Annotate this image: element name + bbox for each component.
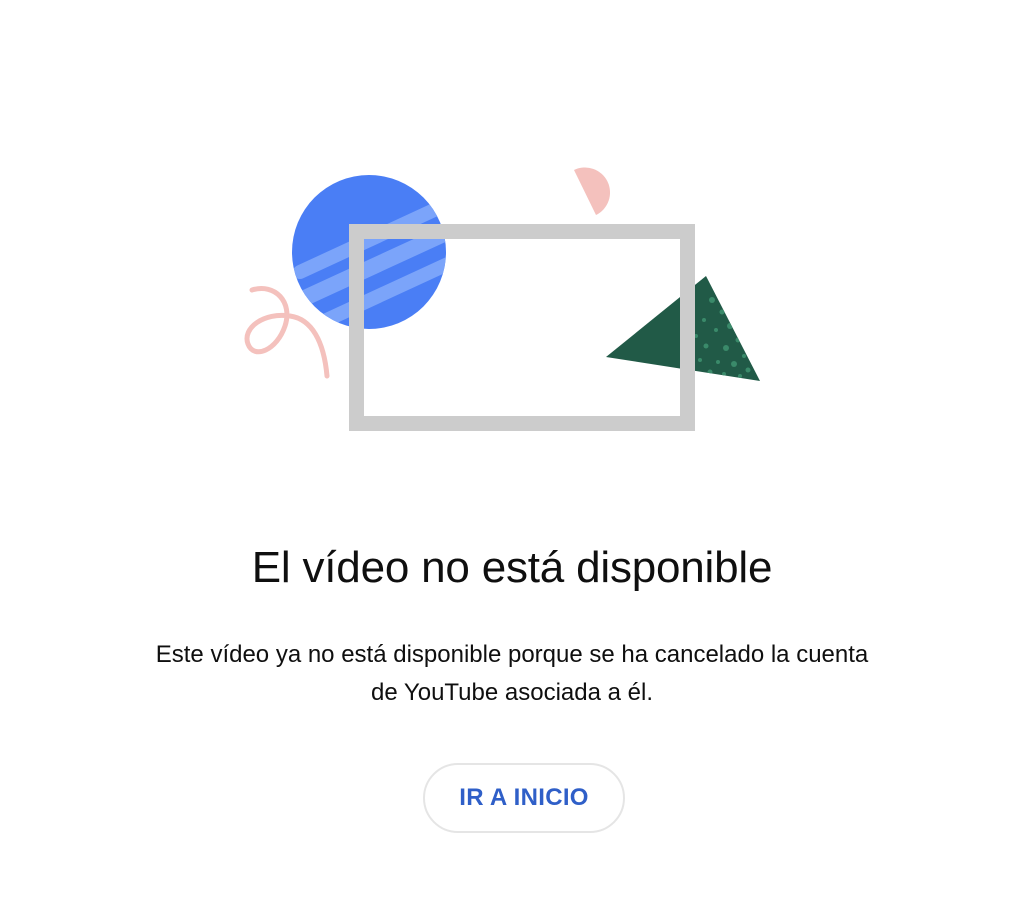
go-home-button-label: IR A INICIO bbox=[459, 784, 589, 811]
unavailable-message: Este vídeo ya no está disponible porque … bbox=[155, 641, 869, 706]
pink-half-circle-shape bbox=[574, 167, 611, 215]
unavailable-video-illustration bbox=[0, 0, 1024, 480]
blue-circle-shape bbox=[292, 175, 446, 329]
go-home-button[interactable]: IR A INICIO bbox=[423, 763, 625, 833]
page-title: El vídeo no está disponible bbox=[251, 543, 773, 592]
